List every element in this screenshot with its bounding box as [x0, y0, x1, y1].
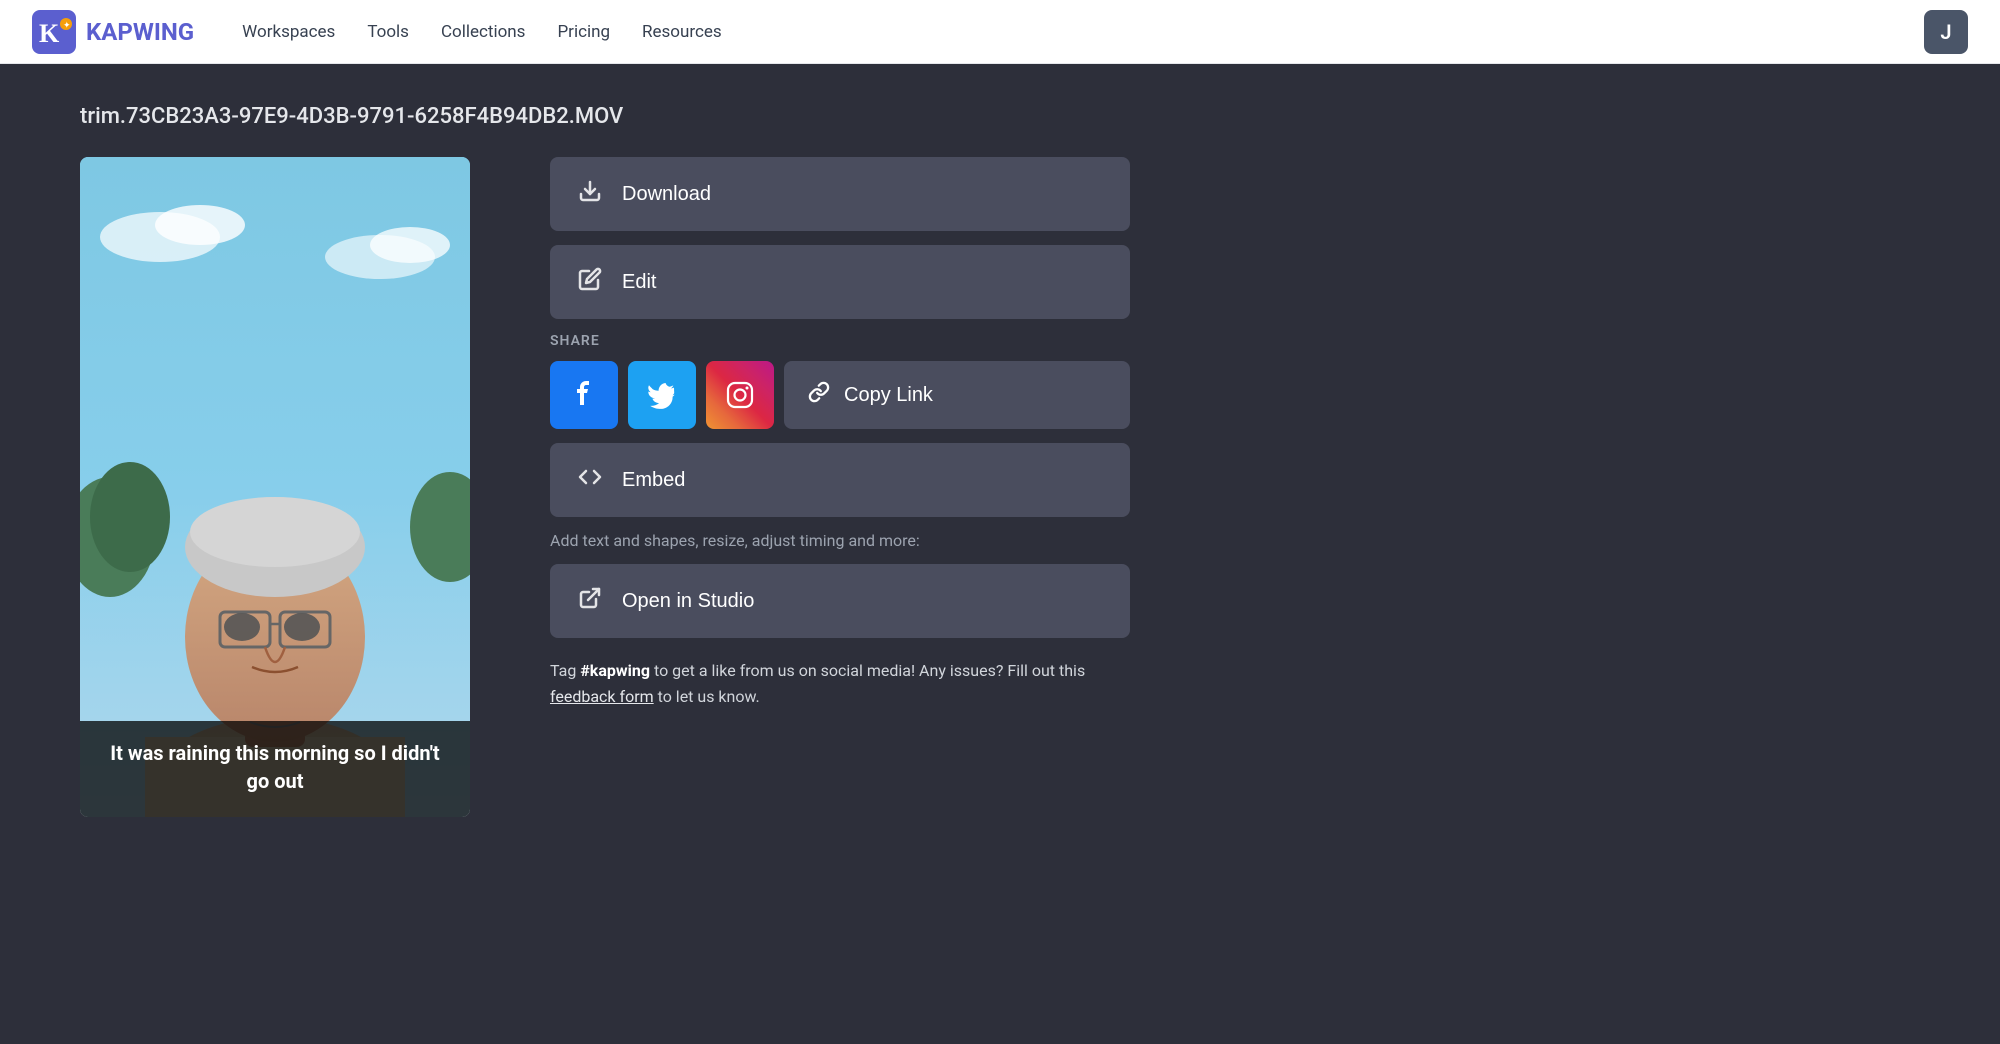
- download-label: Download: [622, 183, 711, 206]
- tag-middle: to get a like from us on social media! A…: [650, 661, 1085, 680]
- edit-label: Edit: [622, 271, 656, 294]
- download-button[interactable]: Download: [550, 157, 1130, 231]
- subtitle-text: It was raining this morning so I didn't …: [110, 741, 439, 793]
- copy-link-button[interactable]: Copy Link: [784, 361, 1130, 429]
- share-row: Copy Link: [550, 361, 1130, 429]
- logo-link[interactable]: K ✦ KAPWING: [32, 10, 194, 54]
- twitter-button[interactable]: [628, 361, 696, 429]
- tag-prefix: Tag: [550, 661, 580, 680]
- right-panel: Download Edit SHARE: [550, 157, 1130, 709]
- nav-tools[interactable]: Tools: [367, 22, 409, 42]
- kapwing-logo-icon: K ✦: [32, 10, 76, 54]
- video-placeholder: [80, 157, 470, 817]
- facebook-button[interactable]: [550, 361, 618, 429]
- instagram-icon: [724, 379, 756, 411]
- open-studio-button[interactable]: Open in Studio: [550, 564, 1130, 638]
- edit-button[interactable]: Edit: [550, 245, 1130, 319]
- main-content: trim.73CB23A3-97E9-4D3B-9791-6258F4B94DB…: [0, 64, 2000, 857]
- svg-text:✦: ✦: [63, 20, 71, 30]
- facebook-icon: [568, 379, 600, 411]
- tag-suffix: to let us know.: [654, 687, 760, 706]
- subtitle-bar: It was raining this morning so I didn't …: [80, 721, 470, 817]
- tag-section: Tag #kapwing to get a like from us on so…: [550, 658, 1130, 709]
- embed-icon: [578, 465, 602, 495]
- logo-text: KAPWING: [86, 18, 194, 46]
- link-icon: [808, 381, 830, 409]
- feedback-form-link[interactable]: feedback form: [550, 687, 654, 706]
- svg-text:K: K: [39, 19, 60, 48]
- user-avatar[interactable]: J: [1924, 10, 1968, 54]
- file-title: trim.73CB23A3-97E9-4D3B-9791-6258F4B94DB…: [80, 104, 1920, 129]
- tag-hashtag: #kapwing: [580, 661, 650, 680]
- video-panel: It was raining this morning so I didn't …: [80, 157, 470, 817]
- content-area: It was raining this morning so I didn't …: [80, 157, 1920, 817]
- copy-link-label: Copy Link: [844, 384, 933, 407]
- studio-description: Add text and shapes, resize, adjust timi…: [550, 531, 1130, 550]
- nav-pricing[interactable]: Pricing: [557, 22, 610, 42]
- nav-resources[interactable]: Resources: [642, 22, 722, 42]
- nav-links: Workspaces Tools Collections Pricing Res…: [242, 22, 1924, 42]
- share-label: SHARE: [550, 333, 1130, 349]
- video-container: It was raining this morning so I didn't …: [80, 157, 470, 817]
- video-background-svg: [80, 157, 470, 817]
- open-studio-icon: [578, 586, 602, 616]
- open-studio-label: Open in Studio: [622, 590, 754, 613]
- navbar: K ✦ KAPWING Workspaces Tools Collections…: [0, 0, 2000, 64]
- instagram-button[interactable]: [706, 361, 774, 429]
- nav-workspaces[interactable]: Workspaces: [242, 22, 335, 42]
- download-icon: [578, 179, 602, 209]
- nav-collections[interactable]: Collections: [441, 22, 526, 42]
- share-section: SHARE: [550, 333, 1130, 429]
- embed-label: Embed: [622, 469, 685, 492]
- embed-button[interactable]: Embed: [550, 443, 1130, 517]
- edit-icon: [578, 267, 602, 297]
- twitter-icon: [646, 379, 678, 411]
